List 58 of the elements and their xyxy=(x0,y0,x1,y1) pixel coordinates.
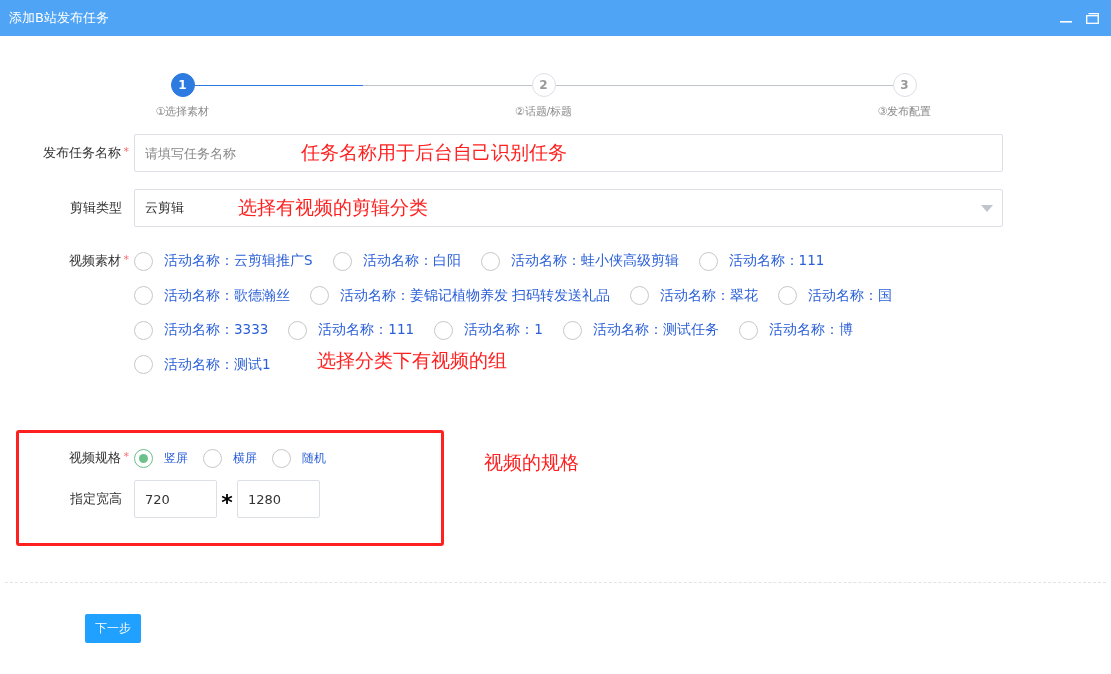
field-label: 指定宽高 xyxy=(70,490,122,508)
height-field[interactable]: 1280 xyxy=(237,480,320,518)
material-radio[interactable]: 活动名称：111 xyxy=(698,244,825,279)
spec-radio[interactable]: 横屏 xyxy=(203,448,257,468)
radio-label[interactable]: 活动名称：博 xyxy=(768,321,853,340)
material-radio[interactable]: 活动名称：歌德瀚丝 xyxy=(134,278,290,313)
material-radio[interactable]: 活动名称：国 xyxy=(778,278,893,313)
material-radio[interactable]: 活动名称：111 xyxy=(288,313,415,348)
radio-label[interactable]: 横屏 xyxy=(233,449,257,467)
radio-label[interactable]: 活动名称：云剪辑推广S xyxy=(164,252,313,271)
maximize-icon[interactable] xyxy=(1086,12,1099,24)
step-label: ②话题/标题 xyxy=(514,104,573,119)
material-radio[interactable]: 活动名称：蛙小侠高级剪辑 xyxy=(480,244,679,279)
material-radio[interactable]: 活动名称：云剪辑推广S xyxy=(134,244,313,279)
field-label: 发布任务名称 xyxy=(42,144,121,162)
spec-radio[interactable]: 竖屏 xyxy=(134,448,188,468)
field-label: 视频规格 xyxy=(68,449,121,467)
step-number: 2 xyxy=(531,73,556,97)
material-radio[interactable]: 活动名称：测试任务 xyxy=(562,313,719,348)
radio-label[interactable]: 活动名称：翠花 xyxy=(660,286,759,305)
material-radio[interactable]: 活动名称：翠花 xyxy=(630,278,759,313)
radio-label[interactable]: 活动名称：白阳 xyxy=(362,252,461,271)
radio-label[interactable]: 随机 xyxy=(302,449,326,467)
material-radio[interactable]: 活动名称：3333 xyxy=(134,313,269,348)
window-title: 添加B站发布任务 xyxy=(9,9,109,27)
radio-label[interactable]: 活动名称：111 xyxy=(728,252,825,271)
radio-label[interactable]: 活动名称：111 xyxy=(318,321,415,340)
required-mark: * xyxy=(123,144,129,160)
radio-label[interactable]: 活动名称：1 xyxy=(464,321,543,340)
times-sign: * xyxy=(220,489,234,515)
material-radio[interactable]: 活动名称：1 xyxy=(434,313,543,348)
radio-label[interactable]: 活动名称：姜锦记植物养发 扫码转发送礼品 xyxy=(340,286,611,305)
width-field[interactable]: 720 xyxy=(134,480,217,518)
required-mark: * xyxy=(123,253,129,268)
material-radio[interactable]: 活动名称：姜锦记植物养发 扫码转发送礼品 xyxy=(310,278,611,313)
radio-label[interactable]: 活动名称：歌德瀚丝 xyxy=(164,286,290,305)
radio-label[interactable]: 竖屏 xyxy=(164,449,188,467)
required-mark: * xyxy=(123,449,129,465)
annotation-text: 任务名称用于后台自己识别任务 xyxy=(301,140,567,165)
field-label: 视频素材 xyxy=(68,253,121,270)
radio-label[interactable]: 活动名称：蛙小侠高级剪辑 xyxy=(510,252,679,271)
step-number: 1 xyxy=(170,73,195,97)
field-label: 剪辑类型 xyxy=(70,199,122,217)
annotation-text: 选择有视频的剪辑分类 xyxy=(238,195,428,220)
step-number: 3 xyxy=(892,73,917,97)
radio-label[interactable]: 活动名称：测试1 xyxy=(164,355,271,374)
radio-label[interactable]: 活动名称：测试任务 xyxy=(592,321,719,340)
radio-label[interactable]: 活动名称：国 xyxy=(808,286,893,305)
radio-label[interactable]: 活动名称：3333 xyxy=(164,321,269,340)
step-label: ①选择素材 xyxy=(155,104,210,119)
annotation-text: 选择分类下有视频的组 xyxy=(316,347,507,373)
spec-radio[interactable]: 随机 xyxy=(272,448,326,468)
material-radio[interactable]: 活动名称：博 xyxy=(738,313,853,348)
material-radio[interactable]: 活动名称：白阳 xyxy=(332,244,461,279)
material-radio[interactable]: 活动名称：测试1 xyxy=(134,347,271,382)
caret-icon xyxy=(981,205,993,212)
step-label: ③发布配置 xyxy=(877,104,932,119)
annotation-text: 视频的规格 xyxy=(484,450,579,475)
